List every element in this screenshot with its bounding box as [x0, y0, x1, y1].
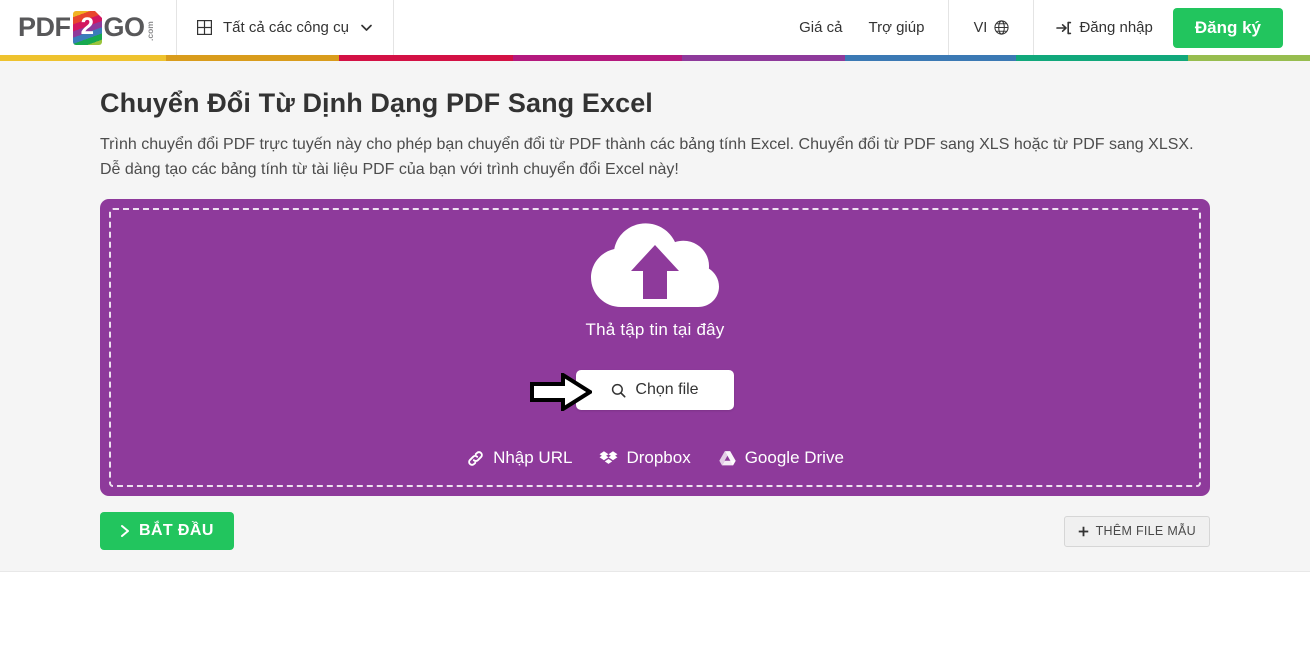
logo[interactable]: PDF 2 GO .com: [0, 0, 178, 55]
chevron-down-icon: [360, 21, 373, 34]
sign-in-label: Đăng nhập: [1079, 19, 1153, 36]
nav-pricing[interactable]: Giá cả: [799, 19, 842, 36]
chevron-right-icon: [120, 524, 131, 538]
main-content: Chuyển Đổi Từ Dịnh Dạng PDF Sang Excel T…: [0, 61, 1310, 572]
choose-file-row: Chọn file: [111, 370, 1199, 413]
cloud-upload-icon: [591, 221, 719, 318]
language-label: VI: [973, 19, 988, 36]
grid-icon: [197, 20, 213, 35]
dropbox-icon: [599, 449, 618, 468]
source-url[interactable]: Nhập URL: [466, 448, 572, 468]
nav-help[interactable]: Trợ giúp: [868, 19, 924, 36]
search-icon: [611, 383, 626, 398]
plus-icon: [1078, 526, 1089, 537]
drop-files-label: Thả tập tin tại đây: [585, 320, 725, 340]
dropzone-dashed-border: Thả tập tin tại đây Chọn file Nhập URL D…: [109, 208, 1201, 488]
sign-in-button[interactable]: Đăng nhập: [1056, 19, 1153, 36]
choose-file-label: Chọn file: [635, 381, 699, 399]
logo-go-text: GO: [103, 12, 146, 42]
logo-two-text: 2: [80, 13, 94, 40]
page-title: Chuyển Đổi Từ Dịnh Dạng PDF Sang Excel: [100, 88, 653, 118]
sign-in-icon: [1056, 20, 1072, 36]
all-tools-menu[interactable]: Tất cả các công cụ: [177, 0, 394, 55]
header-nav: Giá cả Trợ giúp: [775, 0, 948, 55]
sign-up-button[interactable]: Đăng ký: [1172, 7, 1283, 48]
action-row: BẮT ĐẦU THÊM FILE MẪU: [100, 512, 1210, 551]
choose-file-button[interactable]: Chọn file: [576, 370, 734, 411]
logo-pdf-text: PDF: [18, 12, 71, 42]
logo-text: PDF 2 GO .com: [18, 10, 155, 45]
external-sources: Nhập URL Dropbox Google Drive: [111, 448, 1199, 468]
logo-badge-icon: 2: [72, 10, 102, 45]
site-header: PDF 2 GO .com Tất cả các công cụ Giá cả …: [0, 0, 1310, 55]
start-button-label: BẮT ĐẦU: [139, 522, 214, 540]
logo-dotcom-text: .com: [144, 20, 155, 41]
add-sample-file-label: THÊM FILE MẪU: [1095, 524, 1196, 539]
source-dropbox[interactable]: Dropbox: [599, 448, 691, 468]
header-spacer: [394, 0, 775, 55]
link-icon: [466, 449, 485, 468]
content-container: Chuyển Đổi Từ Dịnh Dạng PDF Sang Excel T…: [100, 61, 1210, 551]
add-sample-file-button[interactable]: THÊM FILE MẪU: [1063, 515, 1210, 547]
all-tools-label: Tất cả các công cụ: [223, 19, 349, 36]
language-selector[interactable]: VI: [948, 0, 1035, 55]
globe-icon: [994, 20, 1009, 35]
below-fold-area: [0, 572, 1310, 665]
source-dropbox-label: Dropbox: [626, 448, 691, 468]
page-description: Trình chuyển đổi PDF trực tuyến này cho …: [100, 135, 1194, 178]
source-google-drive-label: Google Drive: [744, 448, 844, 468]
auth-area: Đăng nhập Đăng ký: [1034, 0, 1310, 55]
google-drive-icon: [718, 449, 737, 468]
source-url-label: Nhập URL: [493, 448, 573, 468]
file-dropzone[interactable]: Thả tập tin tại đây Chọn file Nhập URL D…: [100, 199, 1210, 497]
source-google-drive[interactable]: Google Drive: [718, 448, 844, 468]
start-button[interactable]: BẮT ĐẦU: [100, 512, 234, 551]
